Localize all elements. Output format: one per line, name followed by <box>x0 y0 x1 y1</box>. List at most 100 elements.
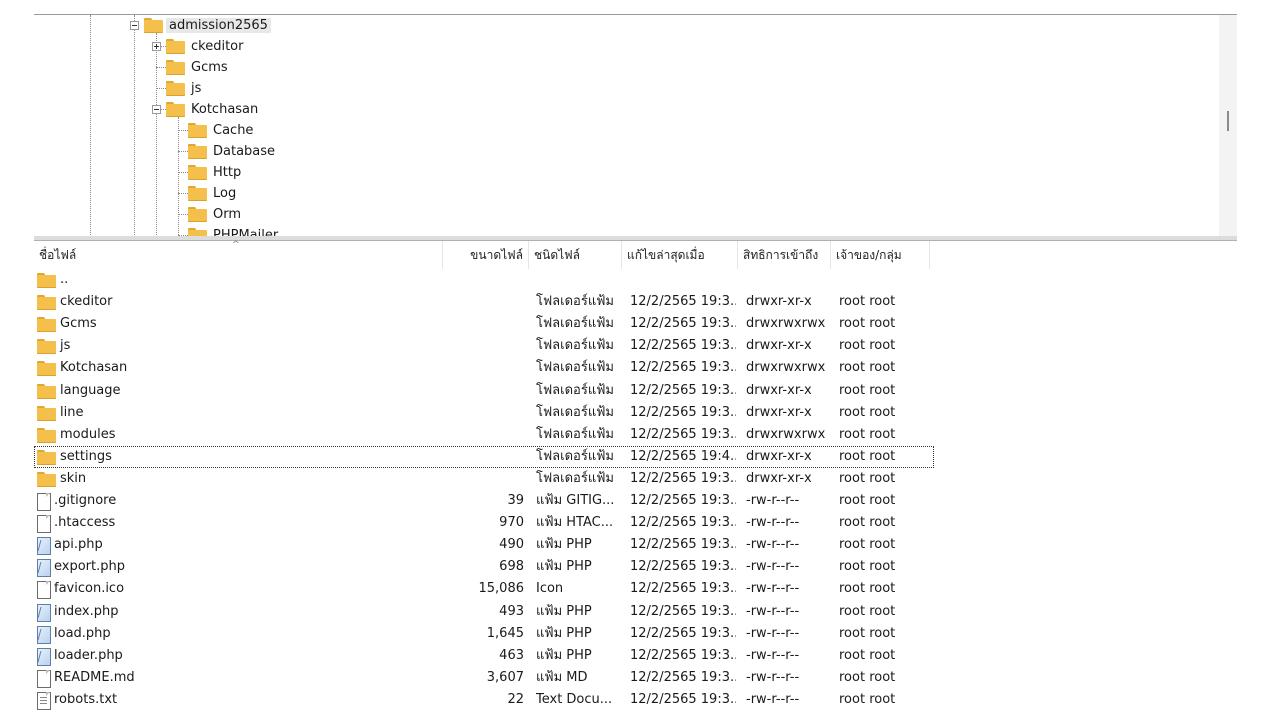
file-modified: 12/2/2565 19:3... <box>630 626 736 641</box>
tree-node-gcms[interactable]: Gcms <box>166 57 228 77</box>
tree-node-label: admission2565 <box>166 17 271 33</box>
tree-connector <box>178 214 188 215</box>
file-row[interactable]: load.php 1,645 แฟ้ม PHP 12/2/2565 19:3... -r… <box>34 623 934 645</box>
file-owner: root root <box>839 515 896 530</box>
file-owner: root root <box>839 316 896 331</box>
file-owner: root root <box>839 626 896 641</box>
file-type: แฟ้ม PHP <box>536 604 592 619</box>
file-name-cell: language <box>37 380 437 402</box>
file-list[interactable]: ^ ชื่อไฟล์ ขนาดไฟล์ ชนิดไฟล์ แก้ไขล่าสุด… <box>34 240 1237 720</box>
file-permissions: drwxrwxrwx <box>746 360 826 375</box>
column-header-name[interactable]: ชื่อไฟล์ <box>34 241 443 269</box>
file-modified: 12/2/2565 19:3... <box>630 537 736 552</box>
folder-row[interactable]: skin โฟลเดอร์แฟ้ม 12/2/2565 19:3... drwxr-x… <box>34 468 934 490</box>
folder-row[interactable]: js โฟลเดอร์แฟ้ม 12/2/2565 19:3... drwxr-xr-… <box>34 335 934 357</box>
file-owner: root root <box>839 670 896 685</box>
file-row[interactable]: loader.php 463 แฟ้ม PHP 12/2/2565 19:3... -r… <box>34 645 934 667</box>
tree-node-database[interactable]: Database <box>188 141 275 161</box>
tree-node-label: ckeditor <box>191 38 244 54</box>
file-modified: 12/2/2565 19:3... <box>630 316 736 331</box>
tree-node-orm[interactable]: Orm <box>188 204 241 224</box>
scrollbar-thumb[interactable] <box>1227 111 1229 131</box>
file-name-cell: Kotchasan <box>37 357 437 379</box>
column-header-size[interactable]: ขนาดไฟล์ <box>443 241 529 269</box>
file-name-cell: .. <box>37 269 437 291</box>
file-modified: 12/2/2565 19:3... <box>630 471 736 486</box>
tree-node-label: Http <box>213 164 242 180</box>
file-type: แฟ้ม MD <box>536 670 588 685</box>
file-permissions: drwxr-xr-x <box>746 471 812 486</box>
file-owner: root root <box>839 648 896 663</box>
file-owner: root root <box>839 360 896 375</box>
expand-icon[interactable] <box>152 42 161 51</box>
folder-icon <box>37 338 56 354</box>
tree-node-ckeditor[interactable]: ckeditor <box>166 36 243 56</box>
folder-row[interactable]: .. <box>34 269 934 291</box>
file-size <box>446 446 524 468</box>
file-row[interactable]: README.md 3,607 แฟ้ม MD 12/2/2565 19:3... -r… <box>34 667 934 689</box>
file-name-cell: loader.php <box>37 645 437 667</box>
tree-node-cache[interactable]: Cache <box>188 120 253 140</box>
collapse-icon[interactable] <box>152 105 161 114</box>
tree-node-label: Orm <box>213 206 242 222</box>
file-owner: root root <box>839 449 896 464</box>
file-row[interactable]: favicon.ico 15,086 Icon 12/2/2565 19:3... -r… <box>34 578 934 600</box>
column-header-owner[interactable]: เจ้าของ/กลุ่ม <box>831 241 930 269</box>
file-name: README.md <box>54 670 135 685</box>
file-permissions: drwxr-xr-x <box>746 294 812 309</box>
file-size <box>446 335 524 357</box>
file-name-cell: api.php <box>37 534 437 556</box>
file-name-cell: .htaccess <box>37 512 437 534</box>
folder-row[interactable]: ckeditor โฟลเดอร์แฟ้ม 12/2/2565 19:3... drw… <box>34 291 934 313</box>
file-modified: 12/2/2565 19:3... <box>630 383 736 398</box>
folder-row[interactable]: language โฟลเดอร์แฟ้ม 12/2/2565 19:3... drw… <box>34 380 934 402</box>
folder-row[interactable]: settings โฟลเดอร์แฟ้ม 12/2/2565 19:4... drw… <box>34 446 934 468</box>
file-permissions: -rw-r--r-- <box>746 670 800 685</box>
folder-row[interactable]: line โฟลเดอร์แฟ้ม 12/2/2565 19:3... drwxr-x… <box>34 402 934 424</box>
folder-icon <box>37 360 56 376</box>
folder-row[interactable]: Gcms โฟลเดอร์แฟ้ม 12/2/2565 19:3... drwxrwx… <box>34 313 934 335</box>
file-size: 698 <box>499 559 524 574</box>
directory-tree[interactable]: admission2565 ckeditor Gcms js Kotchasan… <box>34 14 1237 237</box>
folder-icon <box>37 405 56 421</box>
file-row[interactable]: robots.txt 22 Text Docu... 12/2/2565 19:3..… <box>34 689 934 711</box>
folder-icon <box>37 449 56 465</box>
file-name-cell: index.php <box>37 601 437 623</box>
file-type: แฟ้ม PHP <box>536 559 592 574</box>
tree-node-kotchasan[interactable]: Kotchasan <box>166 99 258 119</box>
folder-row[interactable]: Kotchasan โฟลเดอร์แฟ้ม 12/2/2565 19:3... dr… <box>34 357 934 379</box>
file-name: index.php <box>54 604 119 619</box>
tree-node-admission2565[interactable]: admission2565 <box>144 15 271 35</box>
file-name-cell: robots.txt <box>37 689 437 711</box>
column-header-modified[interactable]: แก้ไขล่าสุดเมื่อ <box>622 241 738 269</box>
file-row[interactable]: index.php 493 แฟ้ม PHP 12/2/2565 19:3... -rw… <box>34 601 934 623</box>
file-size: 22 <box>507 692 524 707</box>
collapse-icon[interactable] <box>130 21 139 30</box>
file-row[interactable]: .htaccess 970 แฟ้ม HTAC... 12/2/2565 19:3..… <box>34 512 934 534</box>
file-modified: 12/2/2565 19:3... <box>630 493 736 508</box>
file-row[interactable]: .gitignore 39 แฟ้ม GITIG... 12/2/2565 19:3.… <box>34 490 934 512</box>
tree-node-log[interactable]: Log <box>188 183 236 203</box>
tree-node-js[interactable]: js <box>166 78 201 98</box>
file-name-cell: modules <box>37 424 437 446</box>
tree-vertical-scrollbar[interactable] <box>1219 15 1237 237</box>
folder-row[interactable]: modules โฟลเดอร์แฟ้ม 12/2/2565 19:3... drwx… <box>34 424 934 446</box>
file-name: .. <box>60 272 69 287</box>
file-permissions: drwxr-xr-x <box>746 405 812 420</box>
column-header-permissions[interactable]: สิทธิการเข้าถึง <box>738 241 831 269</box>
file-size: 970 <box>499 515 524 530</box>
file-permissions: drwxrwxrwx <box>746 316 826 331</box>
file-row[interactable]: api.php 490 แฟ้ม PHP 12/2/2565 19:3... -rw-r… <box>34 534 934 556</box>
file-row[interactable]: export.php 698 แฟ้ม PHP 12/2/2565 19:3... -r… <box>34 556 934 578</box>
file-type: โฟลเดอร์แฟ้ม <box>536 405 614 420</box>
file-size: 15,086 <box>478 581 525 596</box>
tree-node-http[interactable]: Http <box>188 162 241 182</box>
file-name: .htaccess <box>54 515 116 530</box>
tree-guide-line <box>90 15 91 237</box>
file-name: api.php <box>54 537 103 552</box>
folder-icon <box>188 143 207 159</box>
column-header-type[interactable]: ชนิดไฟล์ <box>529 241 622 269</box>
file-size: 1,645 <box>486 626 524 641</box>
file-modified: 12/2/2565 19:3... <box>630 648 736 663</box>
file-permissions: -rw-r--r-- <box>746 537 800 552</box>
